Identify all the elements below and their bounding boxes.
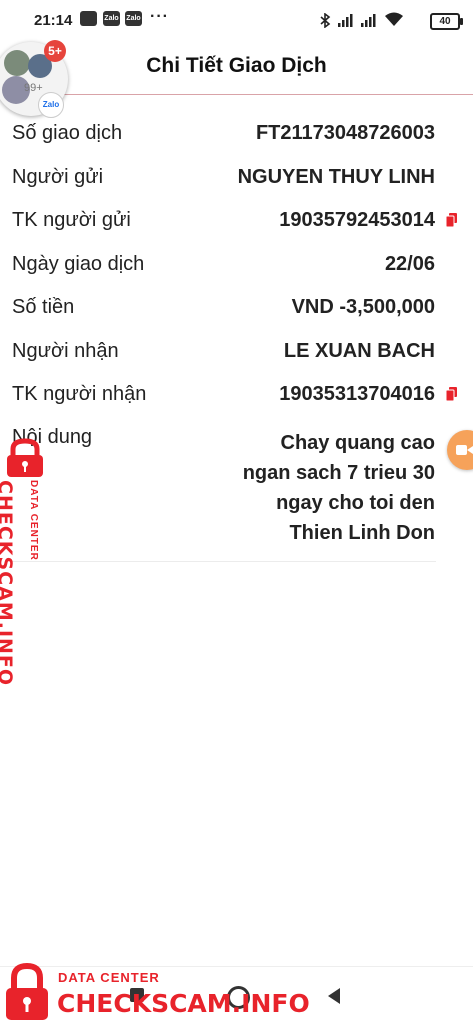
- detail-label: Ngày giao dịch: [12, 253, 145, 275]
- detail-label: TK người gửi: [12, 209, 131, 231]
- page-title: Chi Tiết Giao Dịch: [146, 54, 327, 77]
- video-icon: [456, 445, 473, 455]
- app-header: Chi Tiết Giao Dịch: [0, 40, 473, 95]
- detail-label: Số tiền: [12, 296, 75, 318]
- detail-value: VND -3,500,000: [291, 296, 435, 318]
- detail-label: Người gửi: [12, 166, 104, 188]
- chat-notification-icon: [80, 11, 97, 26]
- floating-video-button[interactable]: [447, 430, 473, 470]
- detail-value: 19035313704016: [279, 383, 435, 405]
- zalo-notification-icon: Zalo: [103, 11, 120, 26]
- status-bar: 21:14 Zalo Zalo ··· 40: [0, 0, 473, 40]
- signal-icon: [338, 14, 353, 27]
- chat-head-bubble[interactable]: 99+ Zalo 5+: [0, 40, 68, 118]
- content-line: Chay quang cao: [280, 432, 435, 454]
- battery-icon: 40: [430, 13, 463, 30]
- detail-value: 22/06: [384, 253, 435, 275]
- watermark-tagline: DATA CENTER: [28, 480, 39, 561]
- content-line: ngay cho toi den: [276, 492, 435, 514]
- detail-value: LE XUAN BACH: [283, 340, 435, 362]
- content-line: Thien Linh Don: [289, 522, 435, 544]
- watermark-tagline: DATA CENTER: [58, 970, 160, 985]
- bluetooth-icon: [320, 13, 331, 28]
- watermark-bottom: DATA CENTER CHECKSCAM.INFO: [0, 962, 310, 1024]
- detail-value: NGUYEN THUY LINH: [237, 166, 435, 188]
- content-value: Chay quang cao ngan sach 7 trieu 30 ngay…: [205, 428, 435, 548]
- back-button[interactable]: [326, 987, 342, 1005]
- watermark-vertical: CHECKSCAM.INFO DATA CENTER: [0, 438, 50, 686]
- watermark-brand: CHECKSCAM.INFO: [57, 989, 310, 1018]
- zalo-notification-icon-2: Zalo: [125, 11, 142, 26]
- avatar: [4, 50, 30, 76]
- more-notifications-icon: ···: [150, 8, 169, 25]
- copy-icon[interactable]: [446, 387, 457, 401]
- lock-icon: [7, 438, 43, 477]
- unread-count: 99+: [24, 82, 43, 94]
- notification-badge: 5+: [44, 40, 66, 62]
- detail-label: TK người nhận: [12, 383, 147, 405]
- divider: [12, 561, 436, 562]
- detail-value: FT21173048726003: [255, 122, 435, 144]
- zalo-icon: Zalo: [38, 92, 64, 118]
- copy-icon[interactable]: [446, 213, 457, 227]
- lock-icon: [6, 962, 48, 1020]
- signal-icon-2: [361, 14, 376, 27]
- detail-label: Người nhận: [12, 340, 119, 362]
- wifi-icon: [385, 12, 403, 26]
- detail-label: Số giao dịch: [12, 122, 123, 144]
- detail-value: 19035792453014: [279, 209, 435, 231]
- watermark-brand: CHECKSCAM.INFO: [0, 480, 16, 687]
- content-line: ngan sach 7 trieu 30: [242, 462, 435, 484]
- status-time: 21:14: [34, 12, 73, 29]
